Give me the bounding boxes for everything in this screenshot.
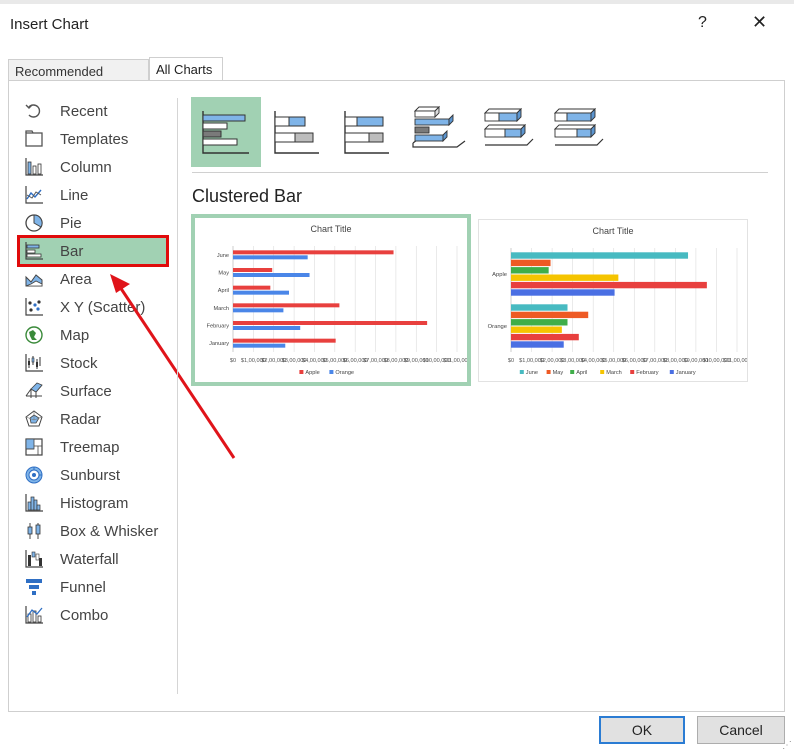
subtype-3d-100-stacked-bar[interactable] [541, 97, 611, 167]
subtype-separator [192, 172, 768, 173]
x-tick-label: $0 [508, 358, 514, 364]
bar-orange-february [233, 326, 301, 330]
bar-orange-april [233, 290, 289, 295]
legend-label: April [576, 370, 587, 376]
bar-orange-may [233, 273, 310, 277]
bar-april-apple [511, 267, 549, 274]
stacked-bar-icon [274, 111, 319, 154]
legend-swatch [630, 370, 635, 374]
subtype-stacked-bar[interactable] [261, 97, 331, 167]
bar-january-orange [511, 341, 564, 348]
bar-apple-february [233, 321, 428, 325]
chart-subtype-heading: Clustered Bar [192, 186, 303, 206]
legend-label: June [526, 370, 538, 376]
legend-swatch [546, 370, 551, 374]
ok-button[interactable]: OK [599, 716, 685, 744]
legend-label: Orange [335, 370, 354, 376]
bar-may-orange [511, 311, 589, 319]
bar-january-apple [511, 289, 615, 296]
3d-stacked-bar-icon [483, 107, 534, 146]
chart-preview-by-series[interactable]: Chart Title $0 $1,00,000 $2,00,000 $3,00,000… [478, 219, 751, 382]
subtype-clustered-bar[interactable] [191, 97, 261, 167]
bar-apple-january [233, 338, 336, 343]
legend-label: March [606, 370, 622, 376]
category-label: April [218, 288, 229, 294]
legend-swatch [600, 370, 605, 374]
category-label: June [217, 253, 229, 259]
subtype-3d-clustered-bar[interactable] [401, 97, 471, 167]
bar-apple-april [233, 285, 271, 290]
bar-orange-march [233, 308, 284, 313]
bar-orange-january [233, 343, 286, 348]
bar-apple-march [233, 303, 340, 308]
bar-march-orange [511, 326, 562, 333]
x-tick-label: $11,00,000 [443, 358, 467, 364]
category-label: Apple [492, 272, 507, 278]
bar-apple-june [233, 250, 394, 255]
legend-label: February [636, 370, 659, 376]
category-label: Orange [488, 324, 507, 330]
chart-title: Chart Title [592, 226, 633, 236]
preview-chart-1: Chart Title$0 $1,00,000$2,00,000$3,00,000… [207, 224, 471, 376]
x-tick-label: $11,00,000 [723, 358, 747, 364]
subtype-3d-stacked-bar[interactable] [471, 97, 541, 167]
subtype-100-stacked-bar[interactable] [331, 97, 401, 167]
clustered-bar-icon [202, 111, 249, 154]
chart-preview-by-category[interactable]: Chart Title $0 $1,00,000 $2,00,000 $3,00,000… [191, 214, 471, 386]
3d-clustered-bar-icon [412, 105, 466, 148]
category-label: March [213, 306, 229, 312]
chart-title: Chart Title [310, 224, 351, 234]
legend-label: Apple [305, 370, 319, 376]
category-label: February [207, 324, 230, 330]
pane-divider [177, 98, 178, 694]
legend-label: January [676, 370, 696, 376]
legend-label: May [553, 370, 564, 376]
legend-swatch [669, 370, 674, 374]
legend-swatch [299, 370, 304, 374]
bar-march-apple [511, 274, 619, 281]
legend-swatch [570, 370, 575, 374]
bar-june-apple [511, 252, 689, 259]
100-stacked-bar-icon [344, 111, 389, 154]
bar-april-orange [511, 319, 568, 326]
category-label: May [218, 271, 229, 277]
3d-100-stacked-bar-icon [553, 107, 604, 146]
category-label: January [209, 341, 229, 347]
x-tick-label: $0 [230, 358, 236, 364]
bar-june-orange [511, 304, 568, 311]
bar-may-apple [511, 259, 551, 267]
legend-swatch [329, 370, 334, 374]
bar-february-apple [511, 281, 707, 289]
preview-chart-2: Chart Title$0 $1,00,000$2,00,000$3,00,000… [488, 226, 751, 376]
bar-apple-may [233, 268, 273, 272]
bar-february-orange [511, 333, 579, 341]
legend-swatch [519, 370, 524, 374]
cancel-button[interactable]: Cancel [697, 716, 785, 744]
resize-grip-icon[interactable]: ⋰ [782, 740, 792, 751]
bar-orange-june [233, 255, 308, 260]
